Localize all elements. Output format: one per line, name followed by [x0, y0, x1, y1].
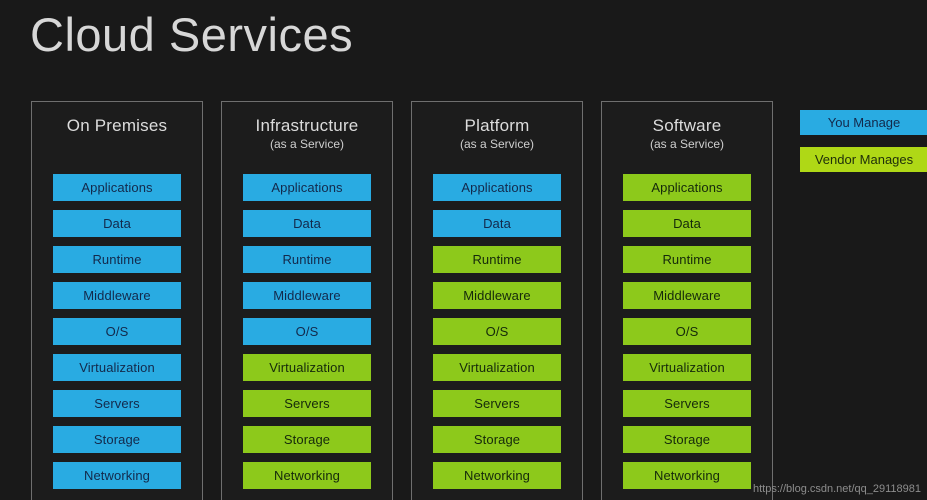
layer-runtime[interactable]: Runtime	[243, 246, 371, 273]
column-header: Platform (as a Service)	[412, 102, 582, 152]
layer-middleware[interactable]: Middleware	[623, 282, 751, 309]
layer-applications[interactable]: Applications	[53, 174, 181, 201]
column-infrastructure: Infrastructure (as a Service) Applicatio…	[221, 101, 393, 500]
column-title: Infrastructure	[255, 116, 359, 135]
column-header: Infrastructure (as a Service)	[222, 102, 392, 152]
column-title: Platform	[464, 116, 530, 135]
layer-storage[interactable]: Storage	[623, 426, 751, 453]
layer-stack: Applications Data Runtime Middleware O/S…	[602, 174, 772, 498]
layer-stack: Applications Data Runtime Middleware O/S…	[412, 174, 582, 498]
layer-os[interactable]: O/S	[53, 318, 181, 345]
layer-runtime[interactable]: Runtime	[53, 246, 181, 273]
column-software: Software (as a Service) Applications Dat…	[601, 101, 773, 500]
layer-data[interactable]: Data	[243, 210, 371, 237]
layer-applications[interactable]: Applications	[623, 174, 751, 201]
layer-stack: Applications Data Runtime Middleware O/S…	[222, 174, 392, 498]
watermark-url: https://blog.csdn.net/qq_29118981	[753, 483, 921, 495]
page-title: Cloud Services	[30, 8, 354, 61]
layer-data[interactable]: Data	[53, 210, 181, 237]
legend-vendor-manages: Vendor Manages	[800, 147, 927, 172]
layer-applications[interactable]: Applications	[243, 174, 371, 201]
column-header: Software (as a Service)	[602, 102, 772, 152]
column-title: Software	[652, 116, 722, 135]
layer-middleware[interactable]: Middleware	[433, 282, 561, 309]
layer-data[interactable]: Data	[623, 210, 751, 237]
layer-os[interactable]: O/S	[623, 318, 751, 345]
layer-runtime[interactable]: Runtime	[623, 246, 751, 273]
slide-canvas: Cloud Services On Premises Applications …	[0, 0, 927, 500]
layer-os[interactable]: O/S	[243, 318, 371, 345]
layer-virtualization[interactable]: Virtualization	[243, 354, 371, 381]
layer-stack: Applications Data Runtime Middleware O/S…	[32, 174, 202, 498]
layer-servers[interactable]: Servers	[243, 390, 371, 417]
layer-storage[interactable]: Storage	[243, 426, 371, 453]
layer-os[interactable]: O/S	[433, 318, 561, 345]
layer-middleware[interactable]: Middleware	[53, 282, 181, 309]
layer-servers[interactable]: Servers	[623, 390, 751, 417]
column-on-premises: On Premises Applications Data Runtime Mi…	[31, 101, 203, 500]
layer-networking[interactable]: Networking	[243, 462, 371, 489]
legend-you-manage: You Manage	[800, 110, 927, 135]
layer-data[interactable]: Data	[433, 210, 561, 237]
layer-virtualization[interactable]: Virtualization	[433, 354, 561, 381]
layer-storage[interactable]: Storage	[433, 426, 561, 453]
column-subtitle: (as a Service)	[269, 137, 345, 151]
layer-servers[interactable]: Servers	[433, 390, 561, 417]
layer-virtualization[interactable]: Virtualization	[53, 354, 181, 381]
column-title: On Premises	[66, 116, 168, 135]
layer-servers[interactable]: Servers	[53, 390, 181, 417]
column-subtitle: (as a Service)	[649, 137, 725, 151]
layer-virtualization[interactable]: Virtualization	[623, 354, 751, 381]
layer-networking[interactable]: Networking	[433, 462, 561, 489]
column-header: On Premises	[32, 102, 202, 136]
layer-runtime[interactable]: Runtime	[433, 246, 561, 273]
layer-storage[interactable]: Storage	[53, 426, 181, 453]
column-platform: Platform (as a Service) Applications Dat…	[411, 101, 583, 500]
layer-networking[interactable]: Networking	[623, 462, 751, 489]
column-subtitle: (as a Service)	[459, 137, 535, 151]
layer-networking[interactable]: Networking	[53, 462, 181, 489]
layer-applications[interactable]: Applications	[433, 174, 561, 201]
layer-middleware[interactable]: Middleware	[243, 282, 371, 309]
